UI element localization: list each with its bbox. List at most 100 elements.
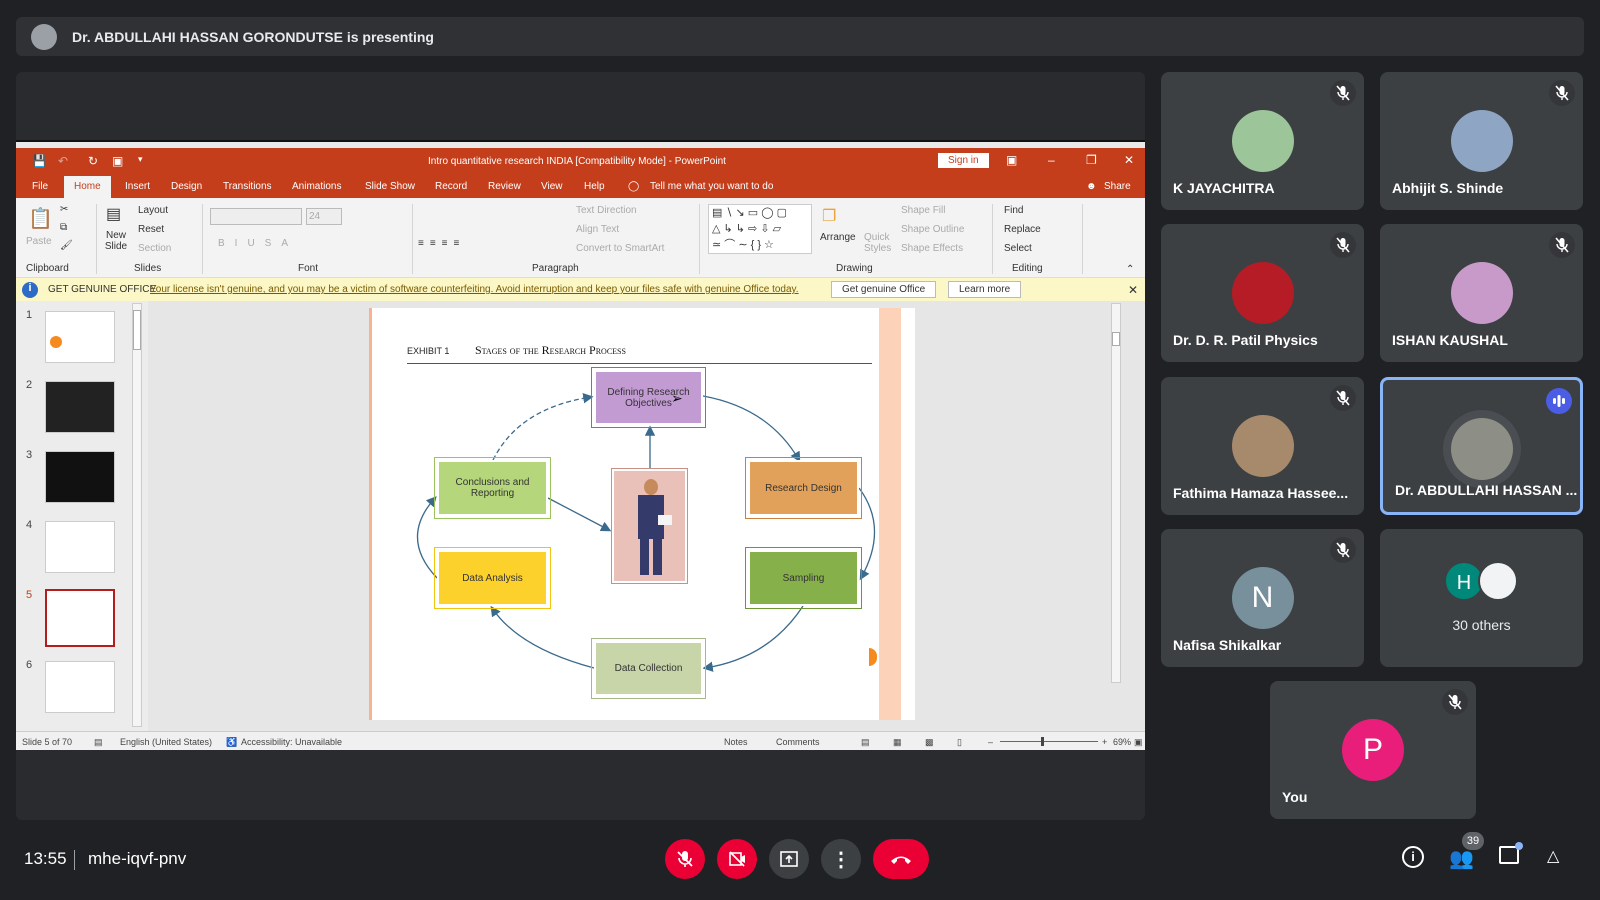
tab-animations[interactable]: Animations: [292, 181, 341, 192]
thumbnail-scrollbar[interactable]: [132, 303, 142, 727]
ribbon-display-icon[interactable]: ▣: [1006, 153, 1017, 167]
new-slide-icon[interactable]: ▤: [106, 204, 121, 224]
learn-more-button[interactable]: Learn more: [948, 281, 1022, 298]
collapse-ribbon-icon[interactable]: ⌃: [1126, 264, 1134, 275]
select-button[interactable]: Select: [1004, 243, 1032, 254]
reading-view-icon[interactable]: ▩: [925, 737, 934, 748]
zoom-level[interactable]: 69%: [1113, 737, 1131, 747]
fit-to-window-icon[interactable]: ▣: [1134, 737, 1143, 748]
tab-design[interactable]: Design: [171, 181, 202, 192]
genuine-message-link[interactable]: Your license isn't genuine, and you may …: [150, 284, 799, 295]
slide-thumbnail-2[interactable]: [45, 381, 115, 433]
participant-tile[interactable]: Dr. D. R. Patil Physics: [1161, 224, 1364, 362]
arrange-button[interactable]: Arrange: [820, 232, 856, 243]
paste-button[interactable]: Paste: [26, 236, 52, 247]
tab-home[interactable]: Home: [64, 176, 111, 198]
minimize-icon[interactable]: –: [1048, 153, 1055, 167]
zoom-slider[interactable]: [1000, 737, 1098, 746]
copy-icon[interactable]: ⧉: [60, 222, 67, 233]
box-data-collection[interactable]: Data Collection: [591, 638, 706, 699]
participant-tile[interactable]: N Nafisa Shikalkar: [1161, 529, 1364, 667]
cut-icon[interactable]: ✂: [60, 204, 68, 215]
comments-button[interactable]: Comments: [776, 737, 820, 747]
notes-button[interactable]: Notes: [724, 737, 748, 747]
zoom-in-button[interactable]: +: [1102, 737, 1107, 747]
tell-me-search[interactable]: Tell me what you want to do: [650, 181, 773, 192]
zoom-out-button[interactable]: –: [988, 737, 993, 747]
replace-button[interactable]: Replace: [1004, 224, 1041, 235]
font-size-box[interactable]: 24: [306, 208, 342, 225]
share-icon[interactable]: ☻: [1086, 181, 1097, 192]
tab-review[interactable]: Review: [488, 181, 521, 192]
box-sampling[interactable]: Sampling: [745, 547, 862, 609]
current-slide[interactable]: EXHIBIT 1 Stages of the Research Process…: [369, 308, 915, 720]
more-options-button[interactable]: ⋮: [821, 839, 861, 879]
font-name-box[interactable]: [210, 208, 302, 225]
tab-insert[interactable]: Insert: [125, 181, 150, 192]
format-painter-icon[interactable]: 🖌: [60, 240, 73, 251]
shape-fill-button[interactable]: Shape Fill: [901, 205, 945, 216]
start-slideshow-icon[interactable]: ▣: [112, 154, 123, 168]
tab-slide-show[interactable]: Slide Show: [365, 181, 415, 192]
new-slide-button[interactable]: New Slide: [100, 230, 132, 252]
participant-tile[interactable]: K JAYACHITRA: [1161, 72, 1364, 210]
box-defining-objectives[interactable]: Defining Research Objectives: [591, 367, 706, 428]
participant-tile[interactable]: Fathima Hamaza Hassee...: [1161, 377, 1364, 515]
language-status[interactable]: English (United States): [120, 737, 212, 747]
customize-toolbar-icon[interactable]: ▾: [138, 154, 143, 165]
close-icon[interactable]: ✕: [1124, 153, 1134, 167]
box-conclusions[interactable]: Conclusions and Reporting: [434, 457, 551, 519]
participant-tile[interactable]: Dr. ABDULLAHI HASSAN ...: [1380, 377, 1583, 515]
slide-sorter-icon[interactable]: ▦: [893, 737, 902, 748]
layout-button[interactable]: Layout: [138, 205, 168, 216]
slide-thumbnail-5[interactable]: [45, 589, 115, 647]
find-button[interactable]: Find: [1004, 205, 1023, 216]
save-icon[interactable]: 💾: [32, 154, 47, 168]
meeting-info-icon[interactable]: i: [1402, 846, 1424, 868]
paste-icon[interactable]: 📋: [28, 206, 53, 231]
leave-call-button[interactable]: [873, 839, 929, 879]
text-direction-button[interactable]: Text Direction: [576, 205, 637, 216]
shapes-gallery[interactable]: ▤ ∖ ↘ ▭ ◯ ▢ △ ↳ ↳ ⇨ ⇩ ▱ ≃ ⌒ ∼ { } ☆: [708, 204, 812, 254]
section-button[interactable]: Section: [138, 243, 171, 254]
tab-record[interactable]: Record: [435, 181, 467, 192]
slideshow-view-icon[interactable]: ▯: [957, 737, 962, 748]
spellcheck-icon[interactable]: ▤: [94, 737, 103, 748]
tab-help[interactable]: Help: [584, 181, 605, 192]
share-button[interactable]: Share: [1104, 181, 1131, 192]
shape-effects-button[interactable]: Shape Effects: [901, 243, 963, 254]
activities-icon[interactable]: △: [1547, 846, 1559, 866]
font-format-buttons[interactable]: BIUSA: [218, 238, 298, 249]
slide-thumbnail-3[interactable]: [45, 451, 115, 503]
restore-icon[interactable]: ❐: [1086, 153, 1097, 167]
tab-file[interactable]: File: [32, 181, 48, 192]
participant-tile[interactable]: Abhijit S. Shinde: [1380, 72, 1583, 210]
align-text-button[interactable]: Align Text: [576, 224, 619, 235]
slide-scrollbar[interactable]: [1111, 303, 1121, 683]
get-genuine-office-button[interactable]: Get genuine Office: [831, 281, 937, 298]
box-data-analysis[interactable]: Data Analysis: [434, 547, 551, 609]
tab-view[interactable]: View: [541, 181, 563, 192]
mic-toggle-button[interactable]: [665, 839, 705, 879]
alignment-icons[interactable]: ≡≡≡≡: [418, 238, 465, 249]
shape-outline-button[interactable]: Shape Outline: [901, 224, 964, 235]
participant-tile[interactable]: ISHAN KAUSHAL: [1380, 224, 1583, 362]
reset-button[interactable]: Reset: [138, 224, 164, 235]
slide-thumbnail-6[interactable]: [45, 661, 115, 713]
accessibility-status[interactable]: Accessibility: Unavailable: [241, 737, 342, 747]
sign-in-button[interactable]: Sign in: [938, 153, 989, 168]
slide-thumbnail-4[interactable]: [45, 521, 115, 573]
tab-transitions[interactable]: Transitions: [223, 181, 272, 192]
redo-icon[interactable]: ↻: [88, 154, 98, 168]
others-tile[interactable]: H 30 others: [1380, 529, 1583, 667]
normal-view-icon[interactable]: ▤: [861, 737, 870, 748]
convert-smartart-button[interactable]: Convert to SmartArt: [576, 243, 664, 254]
camera-toggle-button[interactable]: [717, 839, 757, 879]
arrange-icon[interactable]: ❐: [822, 206, 836, 226]
close-bar-icon[interactable]: ✕: [1128, 283, 1138, 297]
undo-icon[interactable]: ↶: [58, 154, 68, 168]
present-button[interactable]: [769, 839, 809, 879]
participant-tile[interactable]: P You: [1270, 681, 1476, 819]
box-research-design[interactable]: Research Design: [745, 457, 862, 519]
slide-thumbnail-1[interactable]: [45, 311, 115, 363]
